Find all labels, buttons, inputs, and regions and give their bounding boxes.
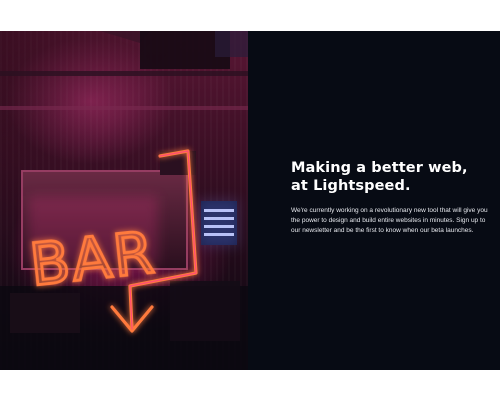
intro-paragraph: We're currently working on a revolutiona… <box>291 207 488 234</box>
page-headline: Making a better web, at Lightspeed. <box>291 159 491 195</box>
neon-bar-sign-illustration: BAR <box>0 31 248 370</box>
hero-image: BAR <box>0 31 248 370</box>
content-panel: Making a better web, at Lightspeed. We'r… <box>248 31 500 370</box>
headline-line-2: at Lightspeed. <box>291 178 411 194</box>
landing-page: BAR Making a better web, at Lightspeed. … <box>0 31 500 370</box>
neon-sign-text: BAR <box>27 218 159 299</box>
headline-line-1: Making a better web, <box>291 160 468 176</box>
